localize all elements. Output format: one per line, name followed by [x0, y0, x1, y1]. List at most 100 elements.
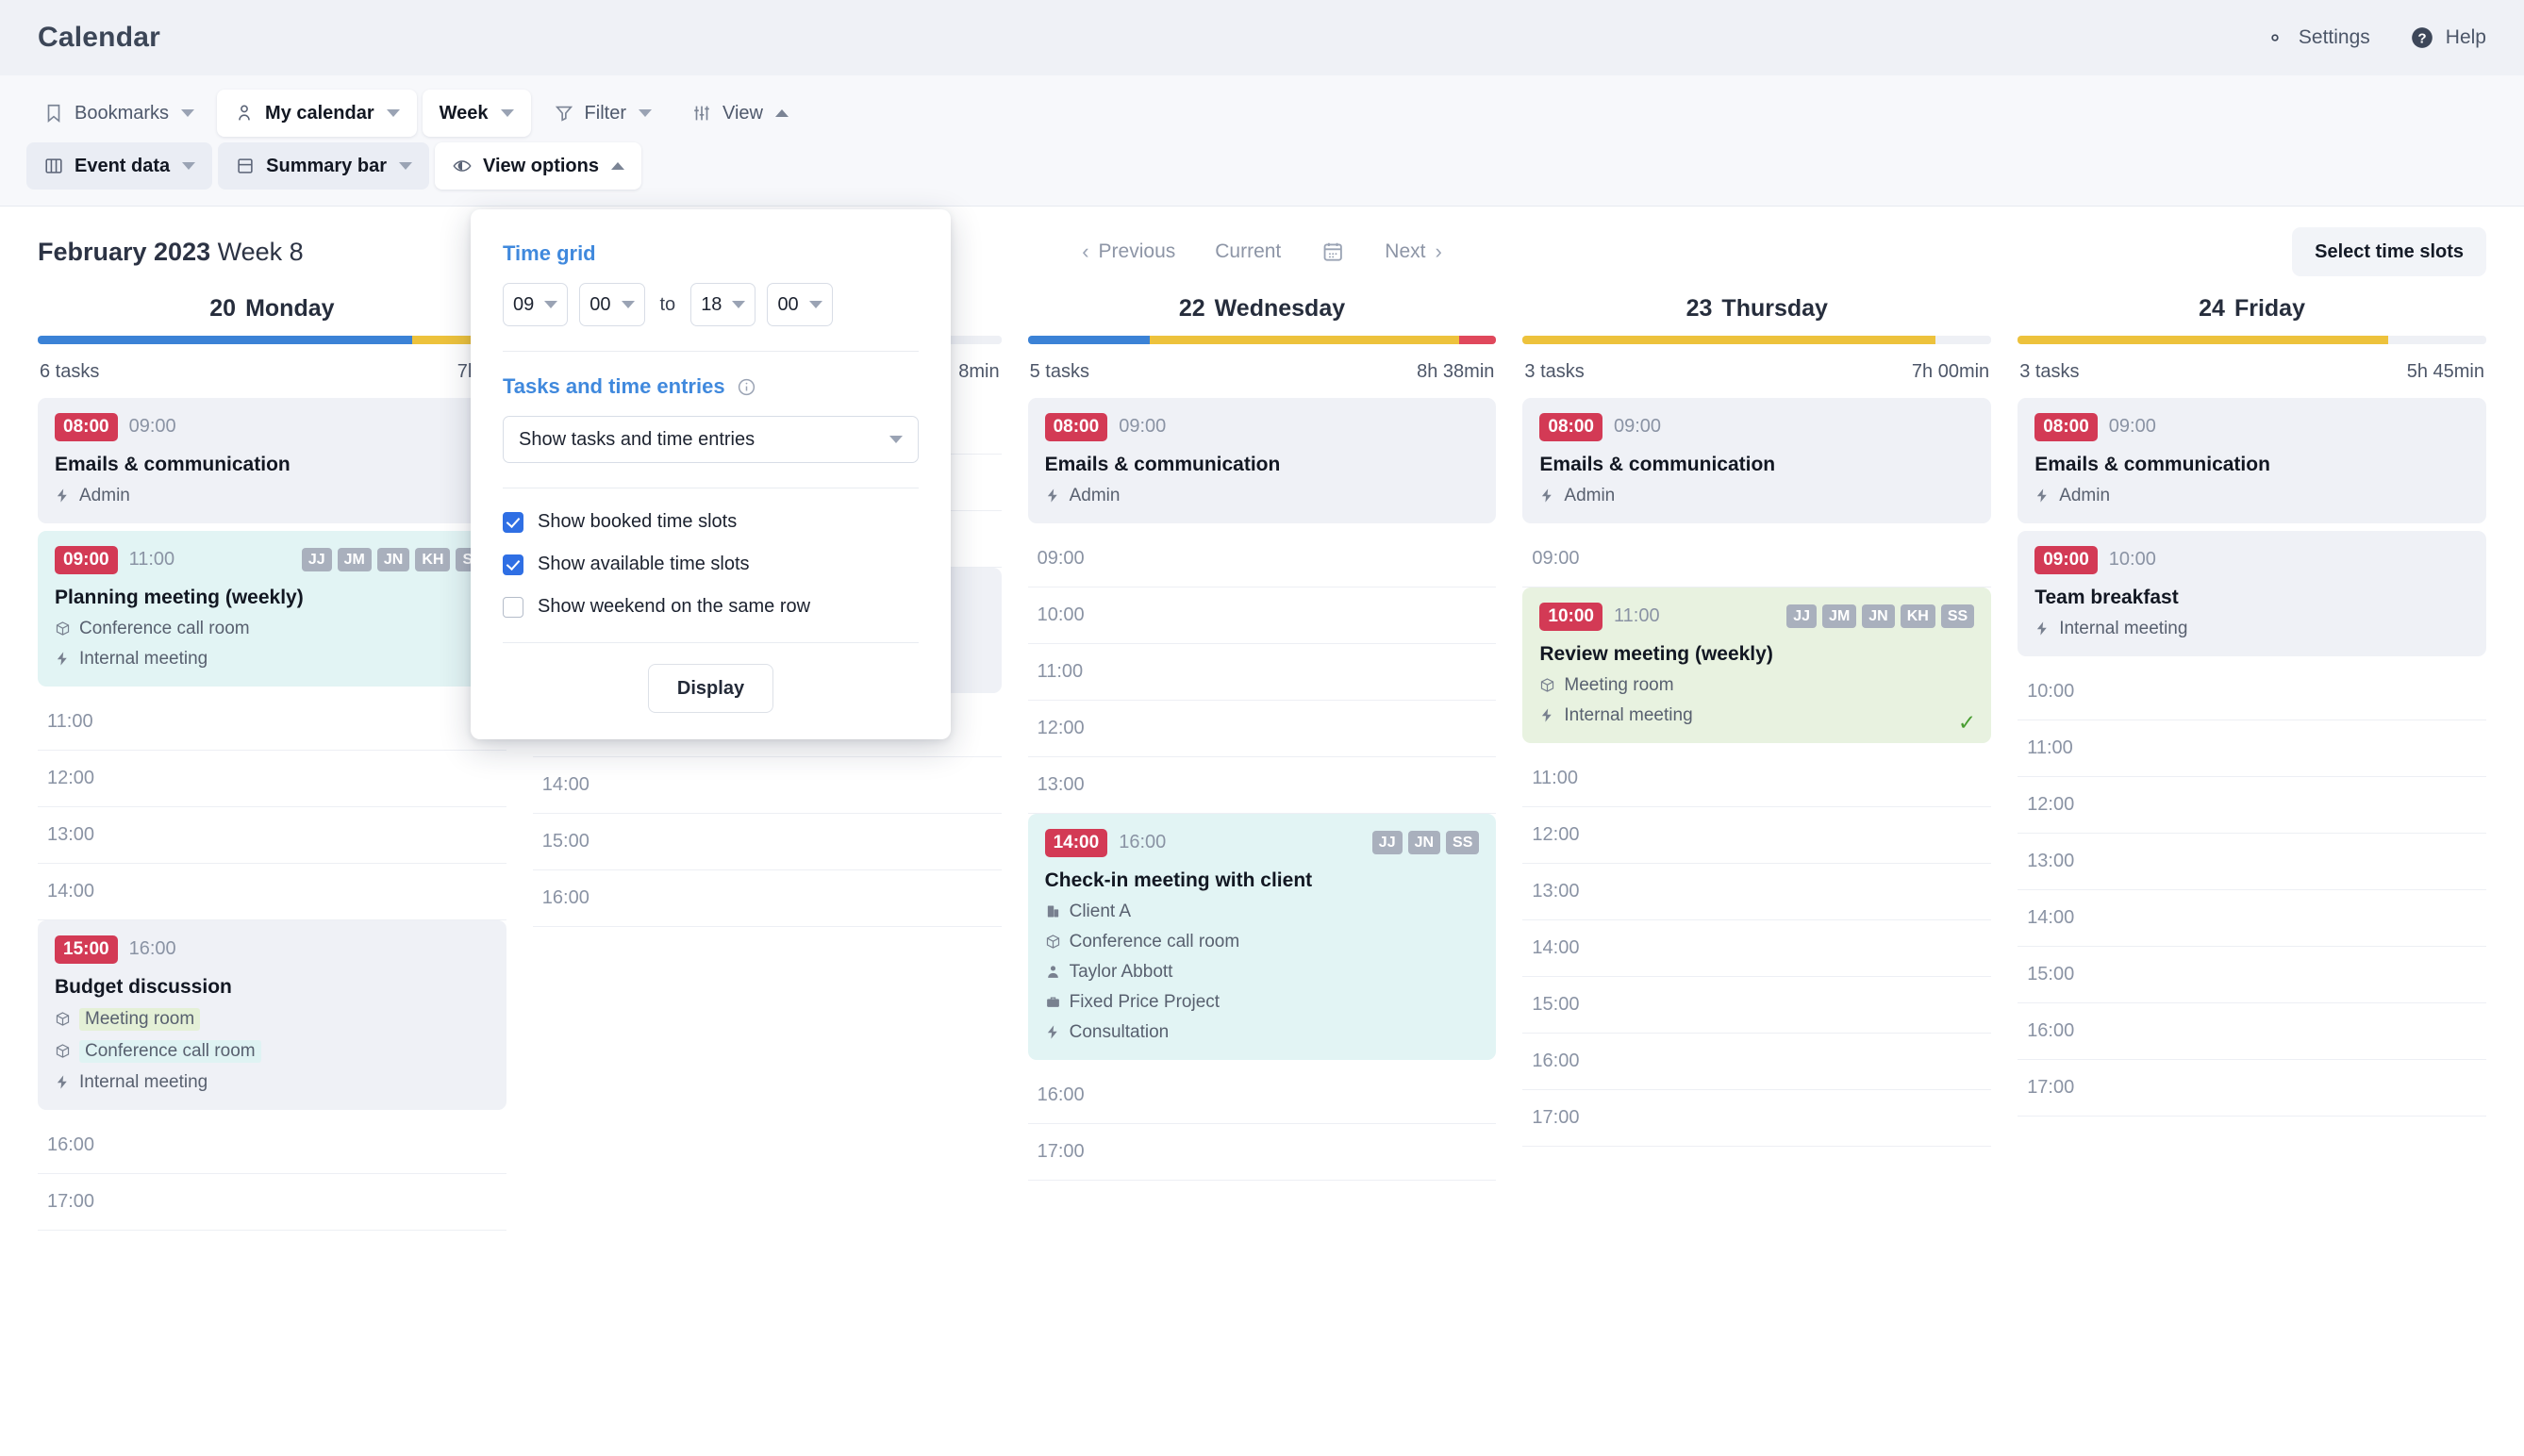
toolbar-week-button[interactable]: Week	[422, 90, 531, 137]
time-slot[interactable]: 17:00	[2018, 1060, 2486, 1117]
display-button[interactable]: Display	[647, 664, 774, 713]
avatar[interactable]: SS	[1446, 831, 1480, 855]
help-button[interactable]: ? Help	[2410, 25, 2486, 50]
month-year: February 2023	[38, 237, 211, 266]
avatar[interactable]: JM	[1822, 604, 1857, 629]
select-time-slots-button[interactable]: Select time slots	[2292, 227, 2486, 276]
to-label: to	[659, 293, 676, 315]
time-slot[interactable]: 13:00	[2018, 834, 2486, 890]
time-slot[interactable]: 11:00	[1522, 751, 1992, 807]
calendar-event[interactable]: 14:00 16:00 JJ JN SS Check-in meeting with cl…	[1027, 813, 1497, 1060]
calendar-event[interactable]: 09:00 10:00 Team breakfast Internal meeting	[2018, 530, 2486, 656]
time-slot[interactable]: 13:00	[1522, 864, 1992, 920]
current-button[interactable]: Current	[1215, 240, 1281, 263]
avatar[interactable]: JJ	[301, 548, 332, 572]
box-icon	[56, 621, 70, 636]
chevron-left-icon: ‹	[1082, 240, 1089, 263]
settings-button[interactable]: Settings	[2263, 25, 2370, 50]
time-slot[interactable]: 11:00	[2018, 720, 2486, 777]
time-slot[interactable]: 10:00	[2018, 664, 2486, 720]
attendee-avatars: JJ JN SS	[1371, 831, 1480, 855]
time-slot[interactable]: 09:00	[1522, 531, 1992, 587]
avatar[interactable]: JN	[1862, 604, 1895, 629]
calendar-event[interactable]: 15:00 16:00 Budget discussion Meeting room C…	[38, 919, 506, 1110]
divider	[503, 642, 919, 643]
toolbar-view-button[interactable]: View	[674, 90, 805, 137]
calendar-event[interactable]: 10:00 11:00 JJ JM JN KH SS Review meeting (week…	[1522, 587, 1992, 743]
time-slot[interactable]: 17:00	[1522, 1090, 1992, 1147]
time-slot[interactable]: 11:00	[1027, 644, 1497, 701]
toolbar-my-calendar-button[interactable]: My calendar	[217, 90, 417, 137]
avatar[interactable]: KH	[1900, 604, 1935, 629]
avatar[interactable]: JN	[1407, 831, 1441, 855]
time-slot[interactable]: 12:00	[1027, 701, 1497, 757]
chevron-right-icon: ›	[1435, 240, 1442, 263]
avatar[interactable]: JJ	[1371, 831, 1403, 855]
from-hour-select[interactable]: 09	[503, 283, 569, 326]
time-slot[interactable]: 12:00	[1522, 807, 1992, 864]
time-slot[interactable]: 17:00	[38, 1174, 506, 1231]
show-booked-time-slots-checkbox[interactable]: Show booked time slots	[503, 511, 919, 533]
time-slot[interactable]: 13:00	[1027, 757, 1497, 814]
bolt-icon	[1047, 488, 1057, 503]
time-slot[interactable]: 14:00	[1522, 920, 1992, 977]
time-slot[interactable]: 14:00	[2018, 890, 2486, 947]
time-grid-heading: Time grid	[503, 241, 919, 266]
calendar-event[interactable]: 08:00 09:00 Emails & communication Admin	[2018, 398, 2486, 523]
show-available-time-slots-checkbox[interactable]: Show available time slots	[503, 554, 919, 575]
week-grid: 20 Monday 6 tasks7h 25 08:00 09:00 Emails & c…	[0, 295, 2524, 1456]
time-slot[interactable]: 16:00	[38, 1117, 506, 1174]
toolbar-summary-bar-button[interactable]: Summary bar	[218, 142, 429, 190]
info-icon[interactable]	[737, 377, 756, 397]
calendar-event[interactable]: 09:00 11:00 JJJMJNKHSS Planning meeting (we…	[38, 530, 506, 687]
toolbar-bookmarks-button[interactable]: Bookmarks	[26, 90, 211, 137]
time-slot[interactable]: 15:00	[532, 814, 1002, 870]
tasks-entries-select[interactable]: Show tasks and time entries	[503, 416, 919, 463]
toolbar-event-data-button[interactable]: Event data	[26, 142, 213, 190]
show-weekend-same-row-checkbox[interactable]: Show weekend on the same row	[503, 596, 919, 618]
avatar[interactable]: SS	[1940, 604, 1975, 629]
from-minute-select[interactable]: 00	[579, 283, 645, 326]
event-start-badge: 15:00	[55, 935, 118, 964]
event-end-time: 09:00	[1614, 416, 1662, 438]
time-slot[interactable]: 16:00	[1027, 1067, 1497, 1124]
event-meta-text: Meeting room	[79, 1007, 201, 1031]
time-slot[interactable]: 16:00	[532, 870, 1002, 927]
time-slot[interactable]: 12:00	[38, 751, 506, 807]
toolbar-view-options-button[interactable]: View options	[435, 142, 641, 190]
time-slot[interactable]: 17:00	[1027, 1124, 1497, 1181]
next-button[interactable]: Next ›	[1385, 240, 1442, 263]
time-slot[interactable]: 10:00	[1027, 587, 1497, 644]
day-summary-bar	[1027, 336, 1497, 344]
completed-check-icon: ✓	[1957, 709, 1977, 735]
time-slot[interactable]: 13:00	[38, 807, 506, 864]
time-slot[interactable]: 16:00	[2018, 1003, 2486, 1060]
time-slot[interactable]: 12:00	[2018, 777, 2486, 834]
time-slot[interactable]: 11:00	[38, 694, 506, 751]
event-meta-text: Internal meeting	[79, 648, 208, 669]
event-meta-text: Admin	[2059, 485, 2111, 505]
calendar-event[interactable]: 08:00 09:00 Emails & communication Admin	[1027, 398, 1497, 523]
avatar[interactable]: JM	[337, 548, 372, 572]
time-slot[interactable]: 14:00	[38, 864, 506, 920]
to-hour-select[interactable]: 18	[690, 283, 756, 326]
summary-bar-segment	[1027, 336, 1150, 344]
toolbar-filter-button[interactable]: Filter	[537, 90, 669, 137]
to-hour-value: 18	[701, 293, 722, 315]
time-slot[interactable]: 09:00	[1027, 531, 1497, 587]
calendar-picker-icon[interactable]	[1320, 240, 1345, 264]
chevron-down-icon	[182, 162, 196, 170]
chevron-up-icon	[610, 162, 624, 170]
time-slot[interactable]: 14:00	[532, 757, 1002, 814]
calendar-event[interactable]: 08:00 09:00 Emails & communication Admin	[1522, 398, 1992, 523]
time-slot[interactable]: 16:00	[1522, 1034, 1992, 1090]
avatar[interactable]: JN	[376, 548, 410, 572]
time-slot[interactable]: 15:00	[1522, 977, 1992, 1034]
to-minute-select[interactable]: 00	[767, 283, 833, 326]
avatar[interactable]: KH	[415, 548, 451, 572]
previous-button[interactable]: ‹ Previous	[1082, 240, 1175, 263]
calendar-event[interactable]: 08:00 09:00 Emails & communication Admin	[38, 398, 506, 523]
avatar[interactable]: JJ	[1786, 604, 1818, 629]
time-slot[interactable]: 15:00	[2018, 947, 2486, 1003]
day-column-wednesday: 22 Wednesday 5 tasks 8h 38min 08:00 09:00 Emai…	[1015, 295, 1510, 1456]
